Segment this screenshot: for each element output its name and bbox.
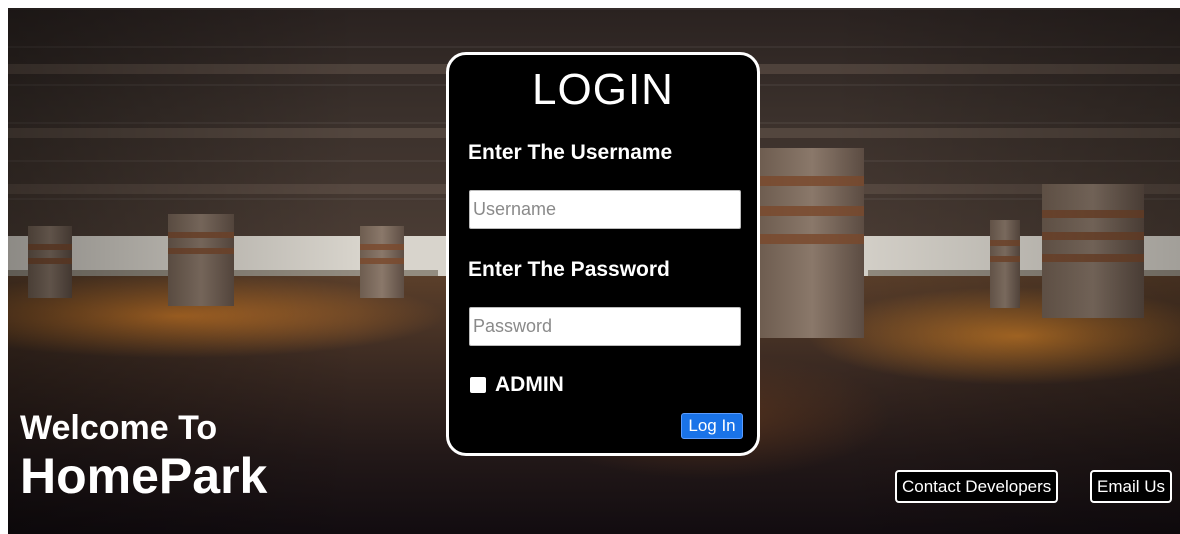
login-button[interactable]: Log In xyxy=(681,413,743,439)
login-panel: LOGIN Enter The Username Enter The Passw… xyxy=(446,52,760,456)
admin-label: ADMIN xyxy=(495,373,564,396)
password-label: Enter The Password xyxy=(468,258,670,281)
background-pillar xyxy=(760,148,864,338)
background-pillar xyxy=(28,226,72,298)
contact-developers-button[interactable]: Contact Developers xyxy=(895,470,1059,503)
background-pillar xyxy=(990,220,1020,308)
brand-name: HomePark xyxy=(20,448,268,504)
background-pillar xyxy=(168,214,234,306)
background-pillar xyxy=(1042,184,1144,318)
login-page: LOGIN Enter The Username Enter The Passw… xyxy=(8,8,1180,534)
admin-option: ADMIN xyxy=(470,373,564,397)
welcome-text: Welcome To HomePark xyxy=(20,408,267,504)
admin-checkbox[interactable] xyxy=(470,377,486,393)
email-us-button[interactable]: Email Us xyxy=(1090,470,1173,503)
username-input[interactable] xyxy=(469,190,741,229)
username-label: Enter The Username xyxy=(468,141,673,164)
background-pillar xyxy=(360,226,404,298)
login-title: LOGIN xyxy=(532,65,674,114)
welcome-line: Welcome To xyxy=(20,409,218,447)
password-input[interactable] xyxy=(469,307,741,346)
